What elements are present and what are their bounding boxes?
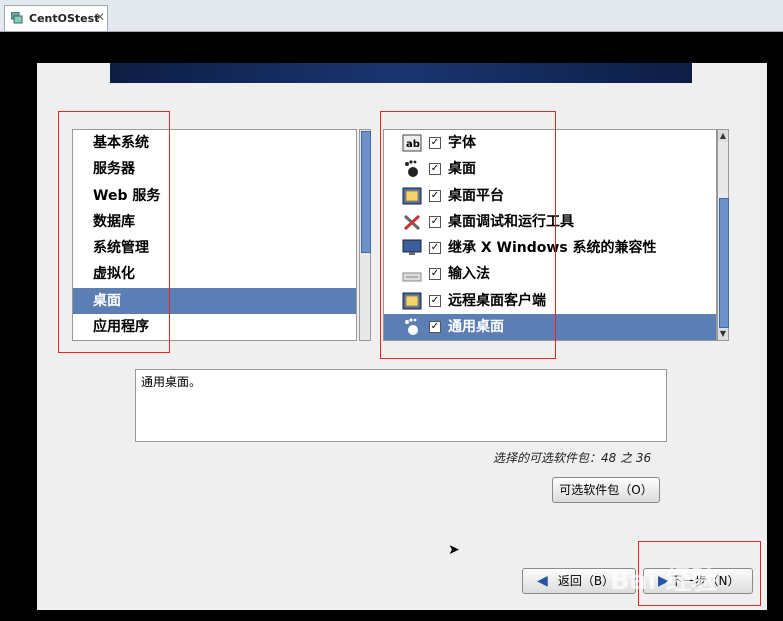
scrollbar-thumb[interactable] xyxy=(361,131,371,253)
optional-packages-button[interactable]: 可选软件包（O） xyxy=(552,477,660,503)
vm-tab-title: CentOStest xyxy=(29,12,100,25)
package-count: 选择的可选软件包：48 之 36 xyxy=(493,451,652,465)
annotation-frame-right xyxy=(380,111,556,359)
mouse-cursor-icon: ➤ xyxy=(448,542,460,558)
vm-tab[interactable]: CentOStest ✕ xyxy=(4,5,108,31)
watermark: Bai 经验 xyxy=(610,566,718,596)
group-description: 通用桌面。 xyxy=(135,369,667,442)
vm-tab-bar: CentOStest ✕ xyxy=(0,0,783,32)
scroll-up-icon[interactable]: ▲ xyxy=(718,130,728,142)
vm-icon xyxy=(11,12,23,24)
scrollbar-thumb[interactable] xyxy=(719,198,729,328)
scroll-down-icon[interactable]: ▼ xyxy=(718,328,728,340)
annotation-frame-left xyxy=(58,111,170,353)
back-button-label: 返回（B） xyxy=(557,574,615,588)
package-scrollbar[interactable]: ▲ ▼ xyxy=(717,129,729,341)
close-icon[interactable]: ✕ xyxy=(95,10,105,24)
header-banner xyxy=(110,63,692,83)
arrow-left-icon: ◀ xyxy=(537,573,548,589)
category-scrollbar[interactable] xyxy=(359,129,371,341)
